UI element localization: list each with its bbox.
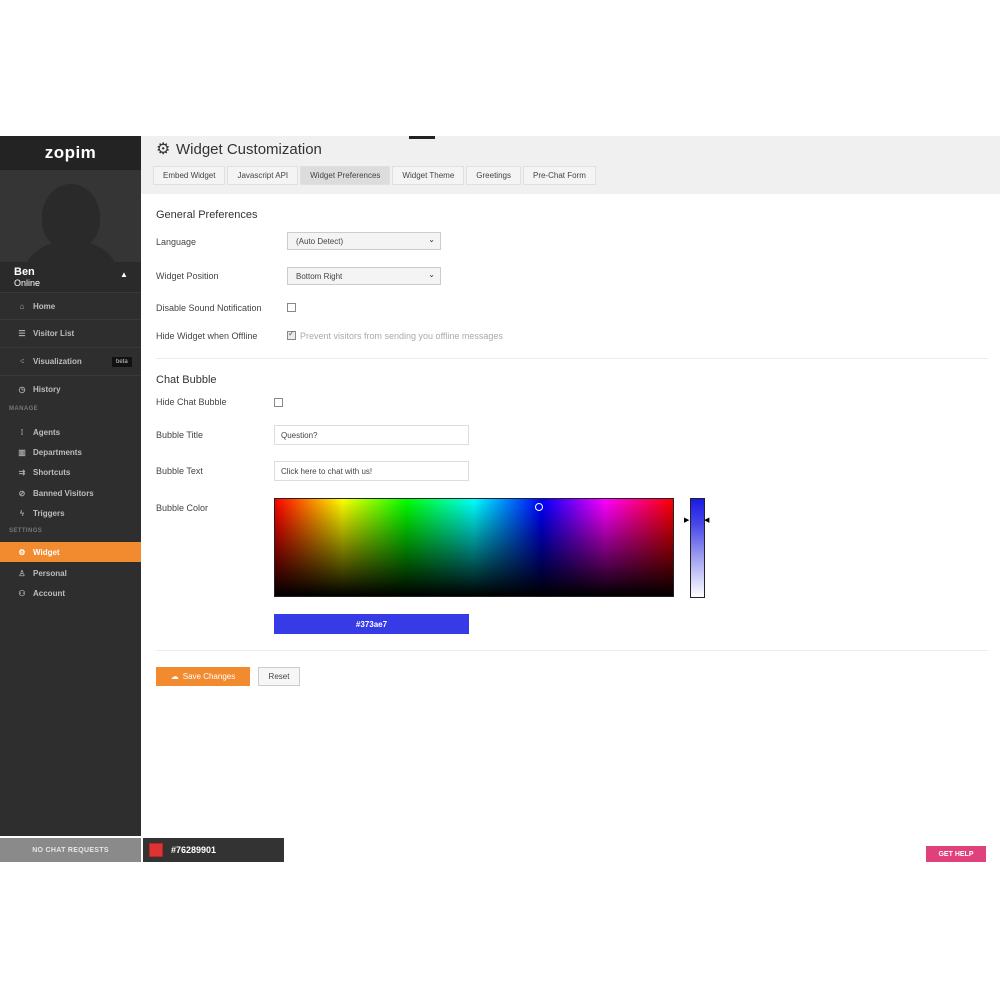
list-icon: ☰ [18,328,26,338]
hide-offline-checkbox[interactable] [287,329,296,340]
tab-embed-widget[interactable]: Embed Widget [153,166,226,185]
slider-arrow-right-icon[interactable]: ▶ [684,516,689,524]
sidebar-item-widget[interactable]: ⚙ Widget [0,542,141,562]
sidebar-item-label: Home [33,301,56,311]
bubble-color-label: Bubble Color [156,503,209,513]
shortcut-icon: ⇉ [18,467,26,477]
save-changes-label: Save Changes [182,672,236,681]
disable-sound-label: Disable Sound Notification [156,303,262,313]
sidebar: zopim Ben Online ▲ ⌂ Home ☰ Visitor List… [0,136,141,836]
sidebar-item-label: Agents [33,427,61,437]
sidebar-item-label: Account [33,588,65,598]
language-label: Language [156,237,197,247]
chat-tab[interactable]: #76289901 [143,838,284,862]
gear-icon: ⚙ [18,547,26,557]
color-picker-cursor[interactable] [535,503,543,511]
tab-widget-theme[interactable]: Widget Theme [392,166,465,185]
user-name: Ben [14,266,35,278]
hide-bubble-checkbox[interactable] [274,398,283,407]
tab-bar: Embed Widget Javascript API Widget Prefe… [153,166,598,185]
page-header: ⚙ Widget Customization Embed Widget Java… [141,136,1000,194]
account-icon: ⚇ [18,588,26,598]
user-status: Online [14,278,41,288]
widget-position-label: Widget Position [156,271,219,281]
chat-color-icon [149,843,163,857]
page-title: Widget Customization [176,141,322,158]
color-value-swatch[interactable]: #373ae7 [274,614,469,634]
chevron-down-icon: ⌄ [428,235,435,244]
sidebar-item-banned-visitors[interactable]: ⊘ Banned Visitors [0,483,141,503]
bubble-title-input[interactable]: Question? [274,425,469,445]
sidebar-item-label: Banned Visitors [33,488,94,498]
color-picker-field[interactable] [274,498,674,597]
sidebar-item-home[interactable]: ⌂ Home [0,292,141,319]
chat-bubble-title: Chat Bubble [156,374,217,386]
avatar-silhouette-body [22,242,120,262]
network-icon: ⁖ [19,356,25,366]
sidebar-item-personal[interactable]: ♙ Personal [0,563,141,583]
sidebar-item-departments[interactable]: ▥ Departments [0,442,141,462]
tab-widget-preferences[interactable]: Widget Preferences [300,166,391,185]
bubble-text-label: Bubble Text [156,466,203,476]
chat-id: #76289901 [171,845,217,855]
section-divider [156,650,988,651]
tab-javascript-api[interactable]: Javascript API [227,166,299,185]
tab-greetings[interactable]: Greetings [466,166,521,185]
sidebar-item-triggers[interactable]: ϟ Triggers [0,503,141,523]
zopim-logo: zopim [44,143,97,162]
trigger-icon: ϟ [19,508,25,518]
reset-button[interactable]: Reset [258,667,300,686]
widget-position-select[interactable]: Bottom Right ⌄ [287,267,441,285]
sidebar-item-label: Widget [33,547,60,557]
sidebar-item-account[interactable]: ⚇ Account [0,583,141,603]
save-changes-button[interactable]: ☁ Save Changes [156,667,250,686]
sidebar-item-history[interactable]: ◷ History [0,375,141,402]
person-icon: ♙ [18,568,26,578]
home-icon: ⌂ [19,301,25,311]
general-preferences-title: General Preferences [156,209,258,221]
sidebar-item-label: Visitor List [33,328,75,338]
sidebar-item-label: Visualization [33,356,82,366]
logo-bar: zopim [0,136,141,170]
section-label-manage: MANAGE [9,406,39,412]
building-icon: ▥ [18,447,26,457]
agent-icon: ⁞ [20,427,24,437]
avatar-silhouette-head [42,184,100,250]
sidebar-item-label: Triggers [33,508,65,518]
sidebar-item-label: Shortcuts [33,467,71,477]
language-select-value: (Auto Detect) [296,236,344,246]
hide-offline-hint: Prevent visitors from sending you offlin… [300,331,503,341]
header-notch [409,136,435,139]
section-divider [156,358,988,359]
chevron-up-icon[interactable]: ▲ [120,270,128,279]
bubble-title-label: Bubble Title [156,430,204,440]
bubble-text-input[interactable]: Click here to chat with us! [274,461,469,481]
widget-position-value: Bottom Right [296,271,343,281]
sidebar-item-label: Personal [33,568,67,578]
tab-pre-chat-form[interactable]: Pre-Chat Form [522,166,596,185]
sidebar-item-agents[interactable]: ⁞ Agents [0,422,141,442]
hide-offline-label: Hide Widget when Offline [156,331,258,341]
language-select[interactable]: (Auto Detect) ⌄ [287,232,441,250]
sidebar-item-label: History [33,384,61,394]
chat-requests-status[interactable]: NO CHAT REQUESTS [0,838,141,862]
sidebar-item-visitor-list[interactable]: ☰ Visitor List [0,319,141,346]
disable-sound-checkbox[interactable] [287,303,296,312]
beta-badge: beta [112,357,132,367]
app-window: zopim Ben Online ▲ ⌂ Home ☰ Visitor List… [0,136,1000,836]
get-help-button[interactable]: GET HELP [926,846,986,862]
section-label-settings: SETTINGS [9,528,43,534]
gear-icon: ⚙ [156,141,171,158]
sidebar-item-shortcuts[interactable]: ⇉ Shortcuts [0,462,141,482]
ban-icon: ⊘ [18,488,26,498]
slider-arrow-left-icon[interactable]: ◀ [704,516,709,524]
color-brightness-slider[interactable] [690,498,705,598]
chevron-down-icon: ⌄ [428,270,435,279]
clock-icon: ◷ [18,384,26,394]
cloud-upload-icon: ☁ [170,672,179,681]
sidebar-item-label: Departments [33,447,82,457]
avatar[interactable] [0,170,141,262]
hide-bubble-label: Hide Chat Bubble [156,397,227,407]
